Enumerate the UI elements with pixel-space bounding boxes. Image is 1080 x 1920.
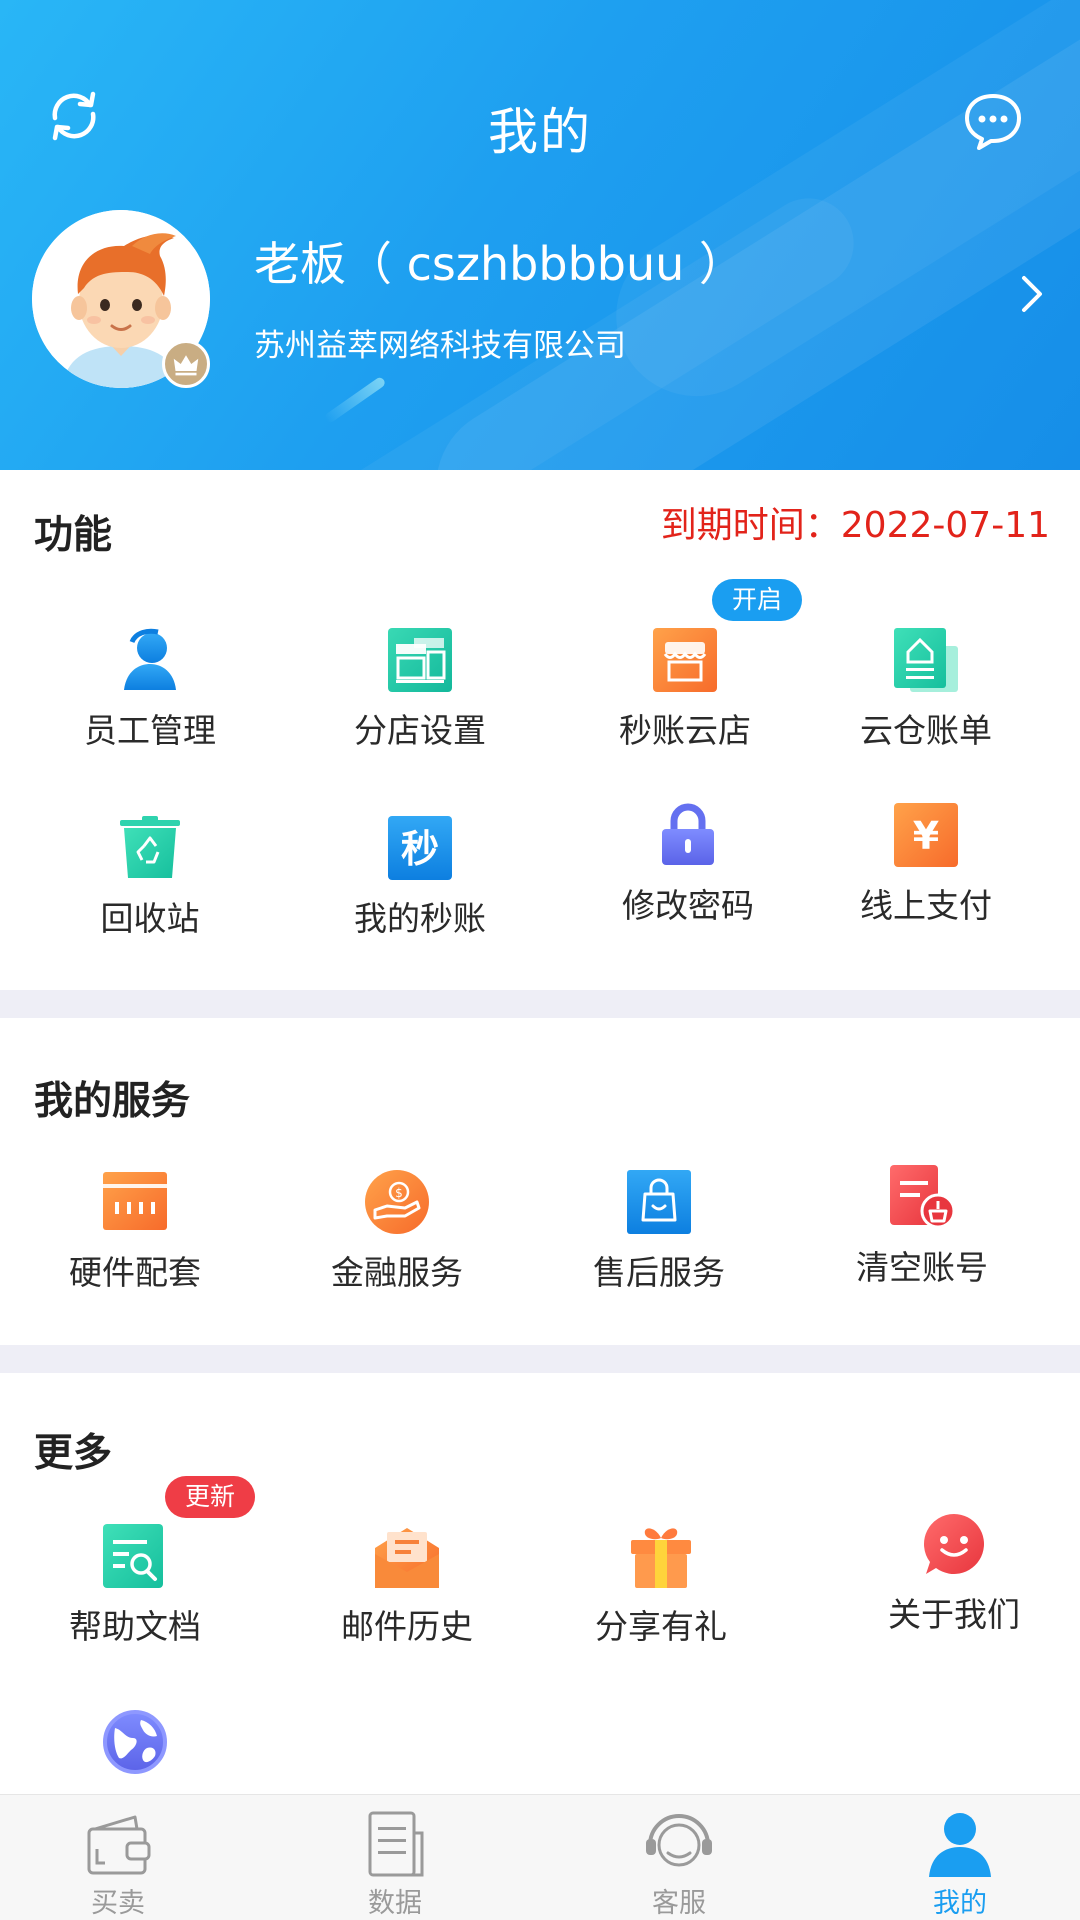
function-item-label: 云仓账单 bbox=[860, 711, 992, 750]
tab-data[interactable]: 数据 bbox=[325, 1809, 465, 1920]
function-item-label: 线上支付 bbox=[860, 886, 992, 925]
finance-icon: $ bbox=[365, 1170, 429, 1234]
function-item-recycle[interactable]: 回收站 bbox=[50, 816, 250, 940]
user-icon bbox=[929, 1813, 991, 1877]
service-item-hardware[interactable]: 硬件配套 bbox=[35, 1170, 235, 1294]
more-item-help-docs[interactable]: 帮助文档 bbox=[35, 1524, 235, 1648]
shopping-bag-icon bbox=[627, 1170, 691, 1234]
more-item-share-gift[interactable]: 分享有礼 bbox=[561, 1524, 761, 1648]
function-item-label: 秒账云店 bbox=[619, 711, 751, 750]
tab-mine[interactable]: 我的 bbox=[890, 1809, 1030, 1920]
section-divider bbox=[0, 990, 1080, 1018]
smile-chat-icon bbox=[924, 1514, 984, 1574]
more-item-mail-history[interactable]: 邮件历史 bbox=[307, 1524, 507, 1648]
document-icon bbox=[368, 1811, 424, 1877]
bottom-tab-bar: 买卖 数据 客服 我的 bbox=[0, 1794, 1080, 1920]
service-item-label: 售后服务 bbox=[593, 1253, 725, 1292]
user-name[interactable]: 老板（ cszhbbbbuu ） bbox=[254, 228, 745, 294]
status-badge: 开启 bbox=[712, 579, 803, 621]
wallet-icon bbox=[87, 1815, 151, 1875]
function-item-change-password[interactable]: 修改密码 bbox=[588, 803, 788, 927]
profile-header: 我的 老板（ cszhbbbbuu ） 苏州益萃网络科技有限公司 bbox=[0, 0, 1080, 470]
yen-icon: ¥ bbox=[894, 803, 958, 867]
crown-icon bbox=[162, 340, 210, 388]
expiry-date: 到期时间：2022-07-11 bbox=[660, 505, 1050, 546]
function-item-branch[interactable]: 分店设置 bbox=[320, 628, 520, 752]
service-item-label: 金融服务 bbox=[331, 1253, 463, 1292]
clear-account-icon bbox=[890, 1165, 954, 1229]
more-item-website[interactable] bbox=[35, 1710, 235, 1778]
section-title-services: 我的服务 bbox=[34, 1079, 191, 1124]
function-item-cloud-store[interactable]: 秒账云店 bbox=[585, 628, 785, 752]
recycle-bin-icon bbox=[120, 816, 180, 878]
header-decoration bbox=[323, 375, 387, 425]
service-item-clear-account[interactable]: 清空账号 bbox=[822, 1165, 1022, 1289]
update-badge: 更新 bbox=[165, 1476, 256, 1518]
function-item-label: 员工管理 bbox=[84, 711, 216, 750]
more-item-label: 帮助文档 bbox=[69, 1607, 201, 1646]
function-item-warehouse-bill[interactable]: 云仓账单 bbox=[826, 628, 1026, 752]
mail-icon bbox=[375, 1528, 439, 1588]
tab-label: 我的 bbox=[933, 1888, 987, 1919]
section-title-functions: 功能 bbox=[34, 513, 113, 558]
tab-label: 买卖 bbox=[91, 1888, 145, 1919]
miaozhang-icon: 秒 bbox=[388, 816, 452, 880]
chevron-right-icon[interactable] bbox=[1018, 272, 1048, 316]
more-item-label: 关于我们 bbox=[888, 1595, 1020, 1634]
function-item-my-account[interactable]: 秒 我的秒账 bbox=[320, 816, 520, 940]
function-item-label: 我的秒账 bbox=[354, 899, 486, 938]
store-icon bbox=[388, 628, 452, 692]
person-icon bbox=[124, 628, 176, 690]
message-icon[interactable] bbox=[962, 90, 1024, 152]
function-item-label: 修改密码 bbox=[622, 886, 754, 925]
function-item-online-payment[interactable]: ¥ 线上支付 bbox=[826, 803, 1026, 927]
function-item-label: 回收站 bbox=[100, 899, 200, 938]
function-item-staff[interactable]: 员工管理 bbox=[50, 628, 250, 752]
svg-text:秒: 秒 bbox=[401, 827, 439, 871]
more-item-label: 邮件历史 bbox=[341, 1607, 473, 1646]
section-title-more: 更多 bbox=[34, 1431, 113, 1476]
headset-icon bbox=[646, 1814, 712, 1867]
lock-icon bbox=[662, 803, 714, 865]
more-item-label: 分享有礼 bbox=[595, 1607, 727, 1646]
tab-label: 数据 bbox=[368, 1888, 422, 1919]
company-name: 苏州益萃网络科技有限公司 bbox=[254, 328, 626, 364]
function-item-label: 分店设置 bbox=[354, 711, 486, 750]
gift-icon bbox=[631, 1528, 691, 1588]
help-doc-icon bbox=[103, 1524, 163, 1588]
service-item-label: 清空账号 bbox=[856, 1248, 988, 1287]
shop-icon bbox=[653, 628, 717, 692]
svg-text:$: $ bbox=[395, 1186, 403, 1200]
tab-label: 客服 bbox=[652, 1888, 706, 1919]
service-item-label: 硬件配套 bbox=[69, 1253, 201, 1292]
service-item-finance[interactable]: $ 金融服务 bbox=[297, 1170, 497, 1294]
section-divider bbox=[0, 1345, 1080, 1373]
globe-icon bbox=[103, 1710, 167, 1774]
service-item-after-sales[interactable]: 售后服务 bbox=[559, 1170, 759, 1294]
hardware-icon bbox=[103, 1172, 167, 1230]
tab-customer-service[interactable]: 客服 bbox=[609, 1809, 749, 1920]
tab-buy-sell[interactable]: 买卖 bbox=[48, 1809, 188, 1920]
page-title: 我的 bbox=[488, 103, 592, 161]
warehouse-bill-icon bbox=[894, 628, 958, 692]
svg-text:¥: ¥ bbox=[913, 814, 939, 858]
more-item-about-us[interactable]: 关于我们 bbox=[854, 1512, 1054, 1636]
